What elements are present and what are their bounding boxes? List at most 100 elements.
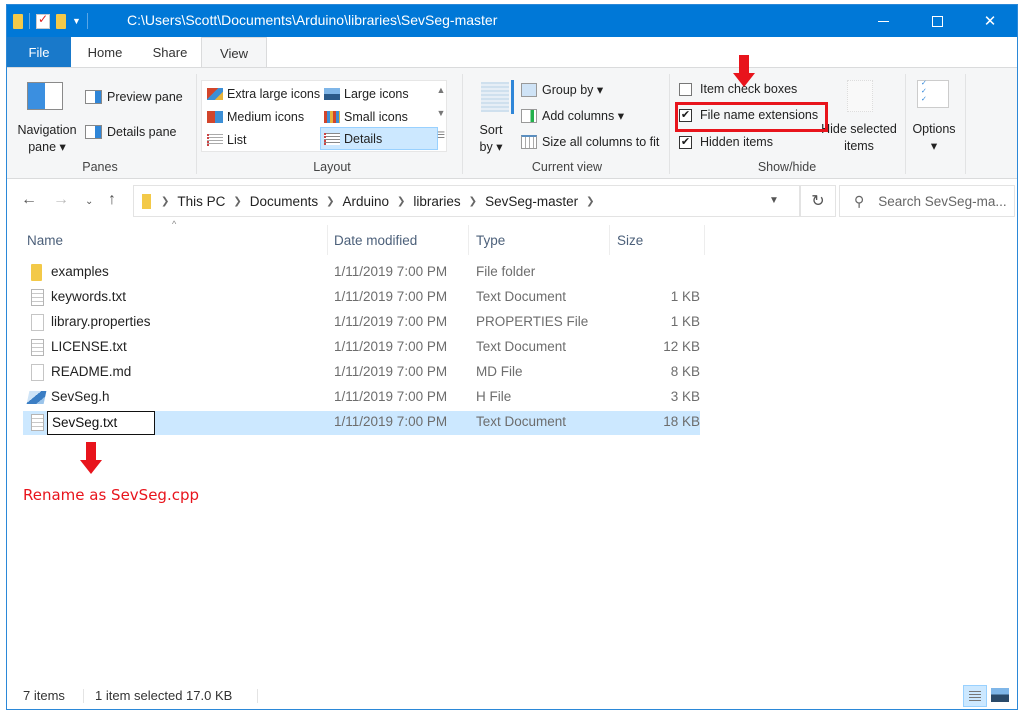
divider [83,689,84,703]
breadcrumb-arduino[interactable]: Arduino [342,194,389,209]
file-size: 8 KB [670,364,700,379]
hide-selected-items-icon [847,80,873,112]
file-date: 1/11/2019 7:00 PM [334,314,448,329]
file-row[interactable]: LICENSE.txt 1/11/2019 7:00 PM Text Docum… [23,336,700,360]
details-view-toggle-icon[interactable] [963,685,987,707]
hide-selected-items-label: Hide selected items [819,121,899,155]
layout-small-icons[interactable]: Small icons [321,105,408,128]
tab-share[interactable]: Share [139,37,201,67]
column-divider[interactable] [327,225,328,255]
size-all-columns-button[interactable]: Size all columns to fit [521,135,659,149]
column-divider[interactable] [609,225,610,255]
file-date: 1/11/2019 7:00 PM [334,339,448,354]
checkbox-unchecked-icon[interactable] [679,82,692,96]
file-name: README.md [51,364,132,379]
recent-locations-chevron-icon[interactable]: ⌄ [85,196,93,207]
size-columns-icon [521,135,537,149]
column-header-type[interactable]: Type [476,225,606,255]
chevron-right-icon[interactable]: ❯ [233,196,241,207]
rename-input-value: SevSeg.txt [52,415,118,430]
forward-arrow-icon[interactable]: → [53,191,69,209]
chevron-right-icon[interactable]: ❯ [326,196,334,207]
gallery-scroll-down-icon[interactable]: ▼ [434,108,448,118]
file-date: 1/11/2019 7:00 PM [334,389,448,404]
chevron-right-icon[interactable]: ❯ [469,196,477,207]
add-columns-button[interactable]: Add columns ▾ [521,108,624,123]
layout-details[interactable]: Details [320,127,438,150]
navigation-bar: ← → ⌄ ↑ ❯ This PC ❯ Documents ❯ Arduino … [7,181,1017,221]
maximize-icon [931,15,943,27]
blank-file-icon [31,314,44,331]
options-group[interactable]: Options ▾ [905,72,963,176]
layout-group-label: Layout [313,160,351,174]
extra-large-icons-icon [207,87,223,100]
layout-extra-large-icons[interactable]: Extra large icons [204,82,320,105]
customize-toolbar-dropdown-icon[interactable]: ▼ [72,16,81,26]
chevron-right-icon[interactable]: ❯ [586,196,594,207]
file-row[interactable]: README.md 1/11/2019 7:00 PM MD File 8 KB [23,361,700,385]
sort-by-label-line1: Sort [479,123,503,137]
column-header-date-modified[interactable]: Date modified [334,225,464,255]
group-by-button[interactable]: Group by ▾ [521,82,603,97]
column-divider[interactable] [468,225,469,255]
address-history-dropdown-icon[interactable]: ▼ [769,195,779,206]
text-file-icon [31,414,44,431]
large-icons-view-toggle-icon[interactable] [991,688,1009,702]
minimize-button[interactable] [860,5,906,37]
title-bar: ▼ C:\Users\Scott\Documents\Arduino\libra… [7,5,1017,37]
layout-list[interactable]: List [204,128,246,151]
tab-home[interactable]: Home [71,37,139,67]
file-row[interactable]: examples 1/11/2019 7:00 PM File folder [23,261,700,285]
file-size: 18 KB [663,414,700,429]
address-bar[interactable]: ❯ This PC ❯ Documents ❯ Arduino ❯ librar… [133,185,800,217]
gallery-scroll-up-icon[interactable]: ▲ [434,85,448,95]
up-arrow-icon[interactable]: ↑ [108,191,116,209]
layout-large-icons[interactable]: Large icons [321,82,409,105]
hidden-items-toggle[interactable]: ✔ Hidden items [679,135,773,149]
annotation-instruction: Rename as SevSeg.cpp [23,486,200,504]
checkbox-checked-icon[interactable]: ✔ [679,135,692,149]
file-name: library.properties [51,314,151,329]
details-icon [324,132,340,145]
file-type: Text Document [476,289,567,304]
breadcrumb-libraries[interactable]: libraries [413,194,460,209]
tab-file[interactable]: File [7,37,71,67]
file-type: H File [476,389,512,404]
hide-selected-label-line1: Hide selected [821,122,897,136]
list-icon [207,133,223,146]
file-row[interactable]: library.properties 1/11/2019 7:00 PM PRO… [23,311,700,335]
column-divider[interactable] [704,225,705,255]
gallery-expand-icon[interactable]: ☰ [434,130,448,141]
breadcrumb-this-pc[interactable]: This PC [177,194,225,209]
quick-access-toolbar: ▼ [13,12,88,30]
layout-option-label: Details [344,131,383,146]
file-row-selected[interactable]: SevSeg.txt 1/11/2019 7:00 PM Text Docume… [23,411,700,435]
close-button[interactable]: ✕ [967,5,1013,37]
back-arrow-icon[interactable]: ← [21,191,37,209]
folder-icon [142,193,151,209]
chevron-right-icon[interactable]: ❯ [161,196,169,207]
refresh-button[interactable]: ↻ [800,185,836,217]
text-file-icon [31,289,44,306]
close-icon: ✕ [983,13,997,30]
file-row[interactable]: keywords.txt 1/11/2019 7:00 PM Text Docu… [23,286,700,310]
search-box[interactable]: ⚲ Search SevSeg-ma... [839,185,1015,217]
tab-view[interactable]: View [201,37,267,68]
new-folder-icon[interactable] [56,13,66,29]
layout-option-label: List [227,132,247,147]
file-type: MD File [476,364,523,379]
chevron-right-icon[interactable]: ❯ [397,196,405,207]
breadcrumb-sevseg-master[interactable]: SevSeg-master [485,194,578,209]
file-size: 1 KB [670,289,700,304]
column-header-size[interactable]: Size [617,225,697,255]
file-type: Text Document [476,339,567,354]
breadcrumb-documents[interactable]: Documents [250,194,318,209]
file-size: 1 KB [670,314,700,329]
file-row[interactable]: SevSeg.h 1/11/2019 7:00 PM H File 3 KB [23,386,700,410]
layout-medium-icons[interactable]: Medium icons [204,105,304,128]
maximize-button[interactable] [914,5,960,37]
item-count: 7 items [23,688,65,703]
column-header-name[interactable]: Name [27,225,327,255]
properties-icon[interactable] [36,12,50,29]
rename-input[interactable]: SevSeg.txt [47,411,155,435]
